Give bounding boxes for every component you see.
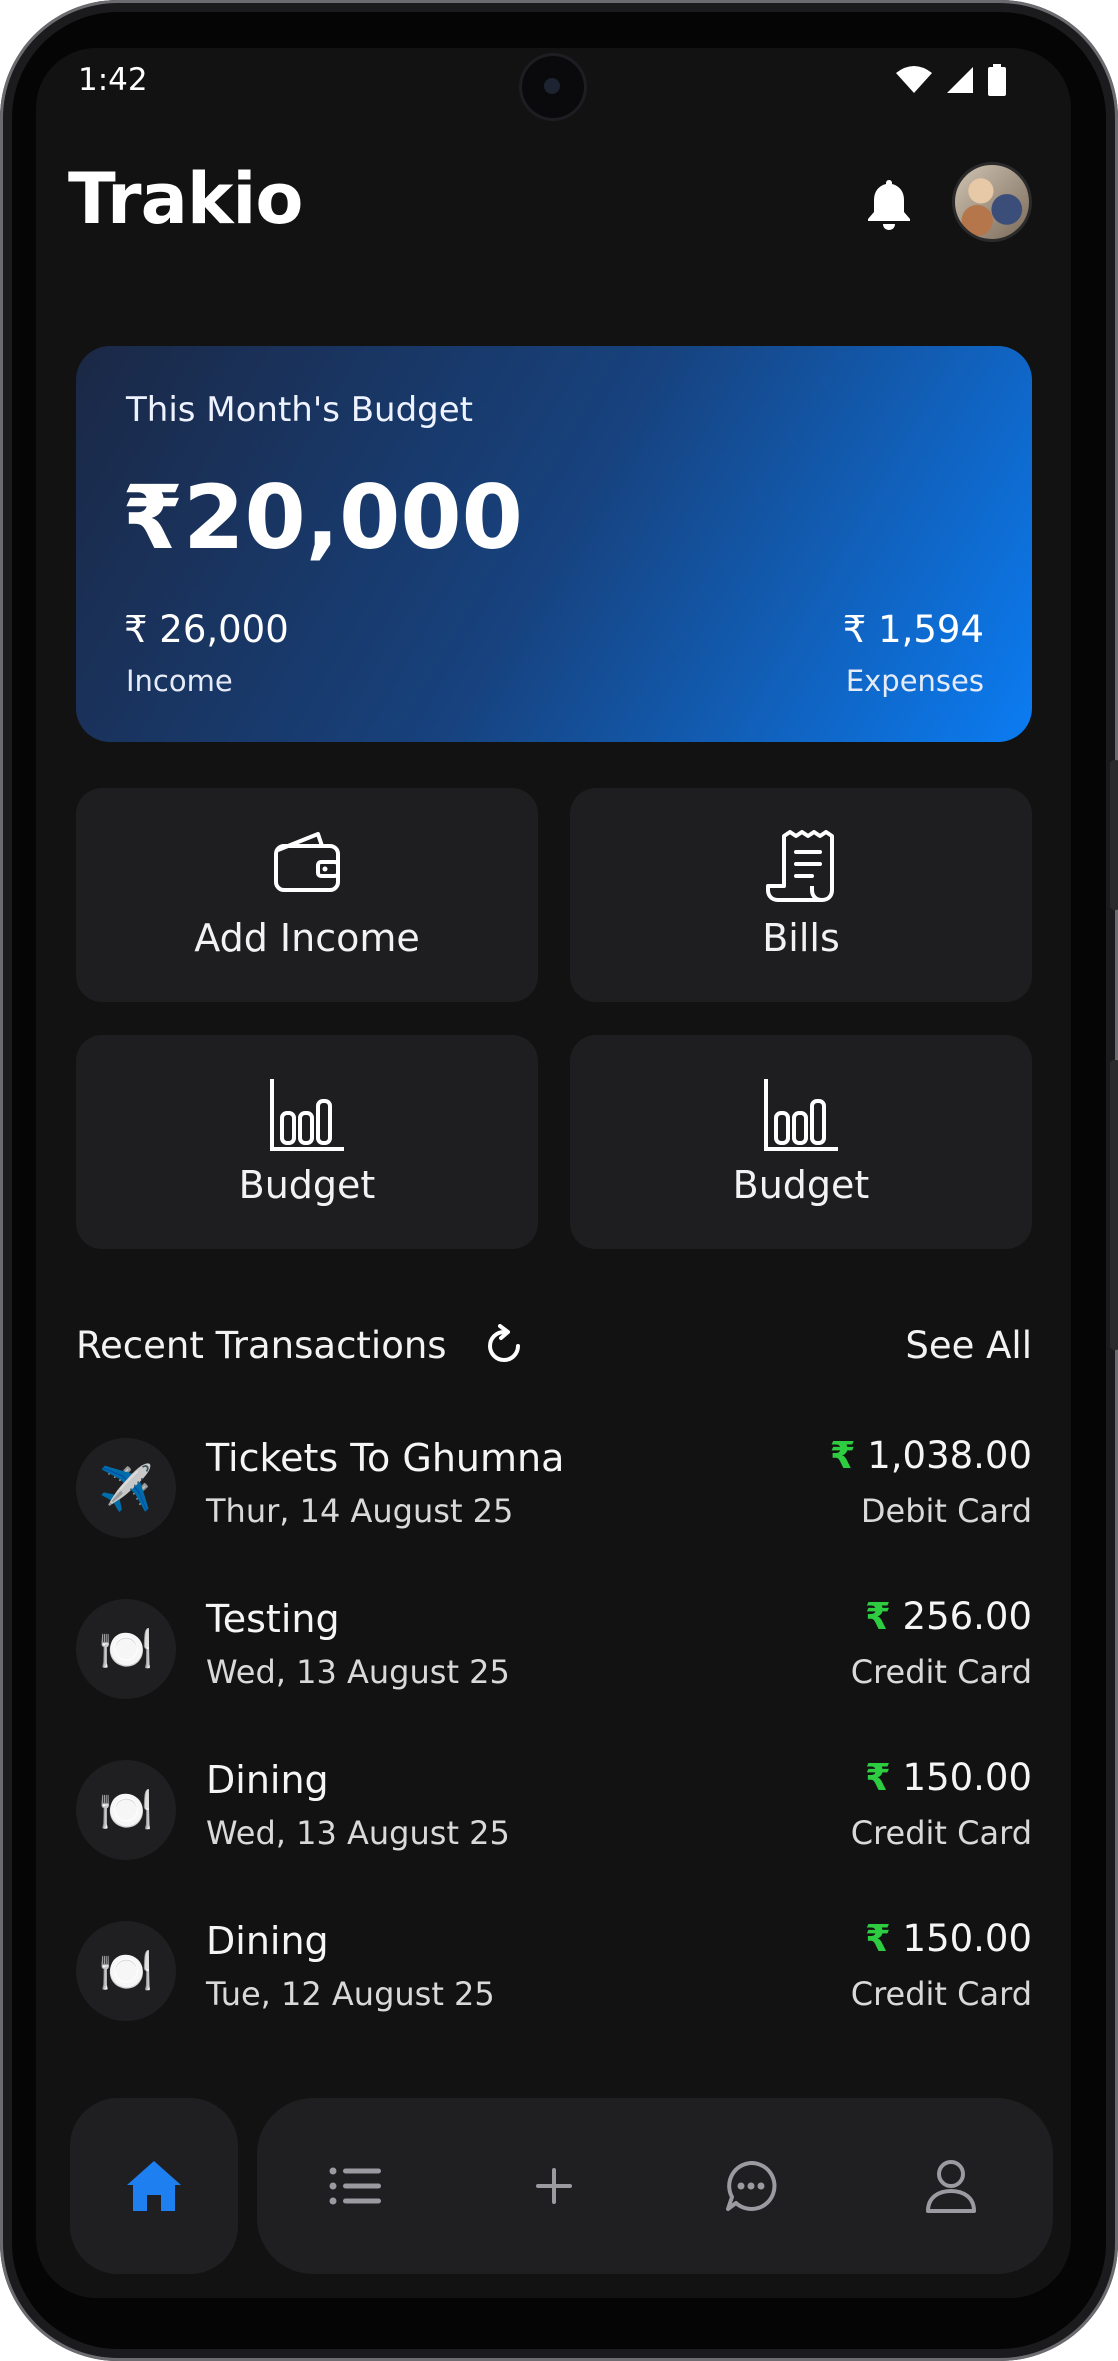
- payment-method: Credit Card: [850, 1814, 1032, 1852]
- income-value: ₹ 26,000: [124, 608, 289, 651]
- plate-icon: 🍽️: [76, 1921, 176, 2021]
- amount-value: 150.00: [902, 1917, 1032, 1960]
- battery-icon: [988, 64, 1006, 96]
- budget-amount: ₹20,000: [122, 466, 523, 569]
- nav-chat-button[interactable]: [719, 2154, 783, 2218]
- amount-value: 150.00: [902, 1756, 1032, 1799]
- budget-button-2[interactable]: Budget: [570, 1035, 1032, 1249]
- tile-label: Add Income: [194, 916, 420, 960]
- budget-label: This Month's Budget: [126, 390, 474, 430]
- transaction-row[interactable]: 🍽️ Dining Tue, 12 August 25 ₹ 150.00 Cre…: [76, 1911, 1032, 2041]
- bar-chart-icon: [270, 1079, 344, 1151]
- rupee-icon: ₹: [829, 1434, 856, 1477]
- payment-method: Credit Card: [850, 1975, 1032, 2013]
- transaction-title: Tickets To Ghumna: [206, 1436, 565, 1480]
- recent-transactions-title: Recent Transactions: [76, 1324, 447, 1367]
- rupee-icon: ₹: [865, 1756, 891, 1799]
- transaction-title: Dining: [206, 1919, 329, 1963]
- airplane-icon: ✈️: [76, 1438, 176, 1538]
- signal-icon: [947, 67, 973, 93]
- list-icon: [329, 2167, 381, 2205]
- tile-label: Bills: [762, 916, 840, 960]
- transaction-amount: ₹ 150.00: [865, 1917, 1032, 1960]
- nav-list-button[interactable]: [323, 2154, 387, 2218]
- nav-home-button[interactable]: [70, 2098, 238, 2274]
- transaction-date: Thur, 14 August 25: [206, 1492, 514, 1530]
- receipt-icon: [766, 830, 834, 902]
- tile-label: Budget: [238, 1163, 376, 1207]
- payment-method: Debit Card: [860, 1492, 1032, 1530]
- transaction-row[interactable]: 🍽️ Testing Wed, 13 August 25 ₹ 256.00 Cr…: [76, 1589, 1032, 1719]
- transaction-amount: ₹ 256.00: [865, 1595, 1032, 1638]
- tile-label: Budget: [732, 1163, 870, 1207]
- notification-bell-icon[interactable]: [866, 178, 912, 230]
- rupee-icon: ₹: [865, 1917, 891, 1960]
- expenses-value: ₹ 1,594: [842, 608, 984, 651]
- budget-button[interactable]: Budget: [76, 1035, 538, 1249]
- chat-icon: [726, 2160, 777, 2211]
- transaction-row[interactable]: ✈️ Tickets To Ghumna Thur, 14 August 25 …: [76, 1428, 1032, 1558]
- profile-icon: [926, 2160, 976, 2213]
- transaction-date: Wed, 13 August 25: [206, 1653, 510, 1691]
- home-icon: [127, 2161, 181, 2211]
- bottom-navigation: [257, 2098, 1053, 2274]
- rupee-icon: ₹: [865, 1595, 891, 1638]
- bar-chart-icon: [764, 1079, 838, 1151]
- power-button: [1110, 1060, 1118, 1350]
- transaction-amount: ₹ 150.00: [865, 1756, 1032, 1799]
- expenses-label: Expenses: [845, 664, 984, 698]
- add-income-button[interactable]: Add Income: [76, 788, 538, 1002]
- volume-button: [1110, 760, 1118, 910]
- nav-add-button[interactable]: [522, 2154, 586, 2218]
- transaction-amount: ₹ 1,038.00: [830, 1434, 1032, 1477]
- plate-icon: 🍽️: [76, 1760, 176, 1860]
- transaction-title: Dining: [206, 1758, 329, 1802]
- wallet-icon: [274, 832, 340, 892]
- amount-value: 256.00: [902, 1595, 1032, 1638]
- amount-value: 1,038.00: [867, 1434, 1032, 1477]
- bills-button[interactable]: Bills: [570, 788, 1032, 1002]
- budget-card[interactable]: This Month's Budget ₹20,000 ₹ 26,000 Inc…: [76, 346, 1032, 742]
- transaction-title: Testing: [206, 1597, 340, 1641]
- app-screen: 1:42 Trakio This Month's Budget ₹20,000 …: [36, 48, 1071, 2298]
- profile-avatar[interactable]: [952, 162, 1032, 242]
- payment-method: Credit Card: [850, 1653, 1032, 1691]
- income-label: Income: [126, 664, 233, 698]
- front-camera: [522, 56, 584, 118]
- see-all-link[interactable]: See All: [905, 1324, 1032, 1367]
- plus-icon: [536, 2168, 572, 2204]
- plate-icon: 🍽️: [76, 1599, 176, 1699]
- transaction-row[interactable]: 🍽️ Dining Wed, 13 August 25 ₹ 150.00 Cre…: [76, 1750, 1032, 1880]
- status-time: 1:42: [78, 62, 148, 98]
- app-title: Trakio: [68, 158, 303, 240]
- transaction-date: Wed, 13 August 25: [206, 1814, 510, 1852]
- transaction-date: Tue, 12 August 25: [206, 1975, 495, 2013]
- system-icons: [895, 64, 1007, 96]
- wifi-icon: [896, 66, 932, 93]
- refresh-icon[interactable]: [482, 1324, 526, 1368]
- nav-profile-button[interactable]: [919, 2154, 983, 2218]
- status-bar: 1:42: [36, 48, 1071, 118]
